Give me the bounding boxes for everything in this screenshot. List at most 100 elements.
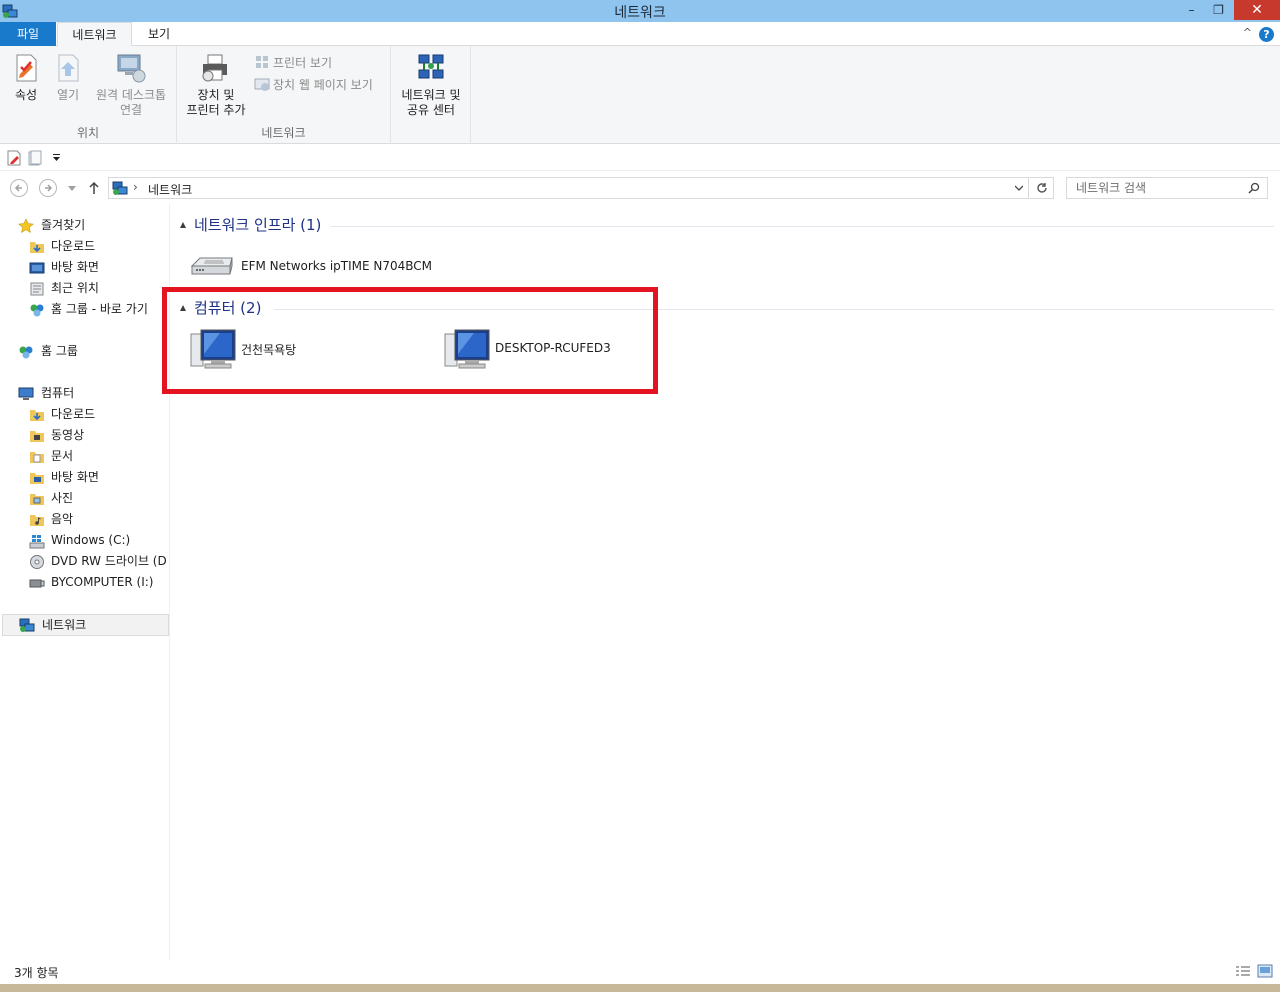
windows-drive-icon [29,535,45,549]
add-devices-label-2: 프린터 추가 [186,103,246,117]
sharing-group: 네트워크 및 공유 센터 [391,46,471,144]
close-button[interactable]: ✕ [1234,0,1280,20]
location-group-label: 위치 [76,126,100,140]
breadcrumb-network[interactable]: 네트워크 [148,181,192,198]
downloads-folder-icon [30,410,44,421]
remote-desktop-button[interactable]: 원격 데스크톱 연결 [90,52,172,118]
view-printers-icon [256,56,268,68]
desktop-icon [29,262,45,274]
search-input[interactable] [1067,178,1243,198]
nav-homegroup[interactable]: 홈 그룹 [18,341,168,362]
nav-computer-documents-label: 문서 [51,449,74,463]
downloads-folder-icon [30,242,44,253]
nav-computer-downloads-label: 다운로드 [51,407,96,421]
forward-button[interactable] [39,179,57,197]
ribbon: 속성 열기 원격 데스크톱 연결 위치 장치 및 프린터 추가 프린터 보기 장… [0,46,1280,144]
tab-view[interactable]: 보기 [134,22,184,46]
group-header-network-infrastructure[interactable]: 네트워크 인프라 (1) [179,214,1274,238]
quick-access-toolbar [0,145,1280,171]
breadcrumb-separator[interactable]: › [133,180,138,194]
help-icon[interactable]: ? [1259,27,1274,42]
nav-network[interactable]: 네트워크 [2,614,169,636]
nav-fav-downloads[interactable]: 다운로드 [29,236,168,257]
network-sharing-center-button[interactable]: 네트워크 및 공유 센터 [395,52,467,118]
nav-computer-drive-c[interactable]: Windows (C:) [29,530,168,551]
address-bar[interactable]: › 네트워크 [108,177,1029,199]
minimize-button[interactable]: – [1178,0,1205,20]
item-count: 3개 항목 [14,966,59,980]
qat-new-folder-icon[interactable] [27,150,43,166]
explorer-window: 네트워크 – ❐ ✕ 파일 네트워크 보기 ^ ? 속성 열기 원격 데스크톱 … [0,0,1280,992]
refresh-icon [1036,183,1047,193]
computer-icon [18,387,34,400]
tab-file[interactable]: 파일 [0,22,56,46]
properties-icon [16,54,37,82]
dvd-drive-icon [30,555,44,569]
nav-computer-videos[interactable]: 동영상 [29,425,168,446]
nav-computer[interactable]: 컴퓨터 [18,383,168,404]
view-device-webpage-label: 장치 웹 페이지 보기 [273,78,373,92]
nav-computer-dvd-drive[interactable]: DVD RW 드라이브 (D [29,551,168,572]
printer-add-icon [202,54,227,82]
collapse-triangle-icon[interactable] [180,222,186,228]
nav-computer-usb-drive[interactable]: BYCOMPUTER (I:) [29,572,168,593]
view-printers-button[interactable]: 프린터 보기 [254,54,332,71]
nav-favorites[interactable]: 즐겨찾기 [18,215,168,236]
nav-fav-recent-places-label: 최근 위치 [51,281,99,295]
tab-network[interactable]: 네트워크 [57,22,132,47]
nav-computer-label: 컴퓨터 [41,386,75,400]
qat-customize-dropdown-icon[interactable] [52,154,61,162]
open-button[interactable]: 열기 [50,52,86,103]
remote-desktop-label-1: 원격 데스크톱 [95,88,167,102]
large-icons-view-icon[interactable] [1257,964,1273,978]
nav-computer-music[interactable]: 음악 [29,509,168,530]
nav-favorites-label: 즐겨찾기 [41,218,86,232]
nav-computer-usb-drive-label: BYCOMPUTER (I:) [51,575,154,589]
nav-fav-desktop[interactable]: 바탕 화면 [29,257,168,278]
navigation-pane: 즐겨찾기 다운로드 바탕 화면 최근 위치 홈 그룹 - 바로 가기 홈 그룹 … [0,204,170,960]
nav-fav-desktop-label: 바탕 화면 [51,260,99,274]
navigation-bar: › 네트워크 [0,172,1280,204]
search-box[interactable] [1066,177,1268,199]
device-webpage-icon [254,78,270,91]
properties-button[interactable]: 속성 [6,52,46,103]
nav-computer-pictures-label: 사진 [51,491,74,505]
nav-network-label: 네트워크 [42,618,87,632]
qat-properties-icon[interactable] [6,150,22,166]
nav-fav-downloads-label: 다운로드 [51,239,96,253]
nav-computer-pictures[interactable]: 사진 [29,488,168,509]
details-view-icon[interactable] [1235,965,1251,979]
remote-desktop-label-2: 연결 [119,103,143,117]
recent-locations-chevron-icon[interactable] [68,186,76,191]
view-device-webpage-button[interactable]: 장치 웹 페이지 보기 [254,76,373,93]
remote-desktop-icon [117,54,146,83]
nav-computer-desktop[interactable]: 바탕 화면 [29,467,168,488]
nav-computer-dvd-drive-label: DVD RW 드라이브 (D [51,554,167,568]
address-dropdown-icon[interactable] [1015,185,1023,191]
nav-fav-homegroup-shortcut[interactable]: 홈 그룹 - 바로 가기 [29,299,168,320]
desktop-folder-icon [30,473,44,484]
properties-label: 속성 [14,88,38,102]
maximize-button[interactable]: ❐ [1205,0,1232,20]
nav-fav-recent-places[interactable]: 최근 위치 [29,278,168,299]
view-printers-label: 프린터 보기 [273,56,333,70]
add-devices-printers-button[interactable]: 장치 및 프린터 추가 [181,52,251,118]
open-label: 열기 [56,88,80,102]
ribbon-collapse-icon[interactable]: ^ [1243,26,1252,39]
open-icon [58,54,79,82]
star-icon [18,218,34,234]
sharing-center-label-1: 네트워크 및 [401,88,461,102]
music-folder-icon [30,515,44,526]
back-button[interactable] [10,179,28,197]
nav-computer-documents[interactable]: 문서 [29,446,168,467]
usb-drive-icon [29,579,45,588]
group-title-network-infrastructure: 네트워크 인프라 (1) [194,216,322,234]
nav-computer-downloads[interactable]: 다운로드 [29,404,168,425]
network-icon [19,618,35,632]
search-icon[interactable] [1248,182,1260,194]
up-arrow-icon[interactable] [88,181,100,195]
refresh-button[interactable] [1030,177,1054,199]
network-item-router[interactable]: EFM Networks ipTIME N704BCM [189,246,449,290]
nav-computer-videos-label: 동영상 [51,428,85,442]
homegroup-icon [19,346,33,359]
